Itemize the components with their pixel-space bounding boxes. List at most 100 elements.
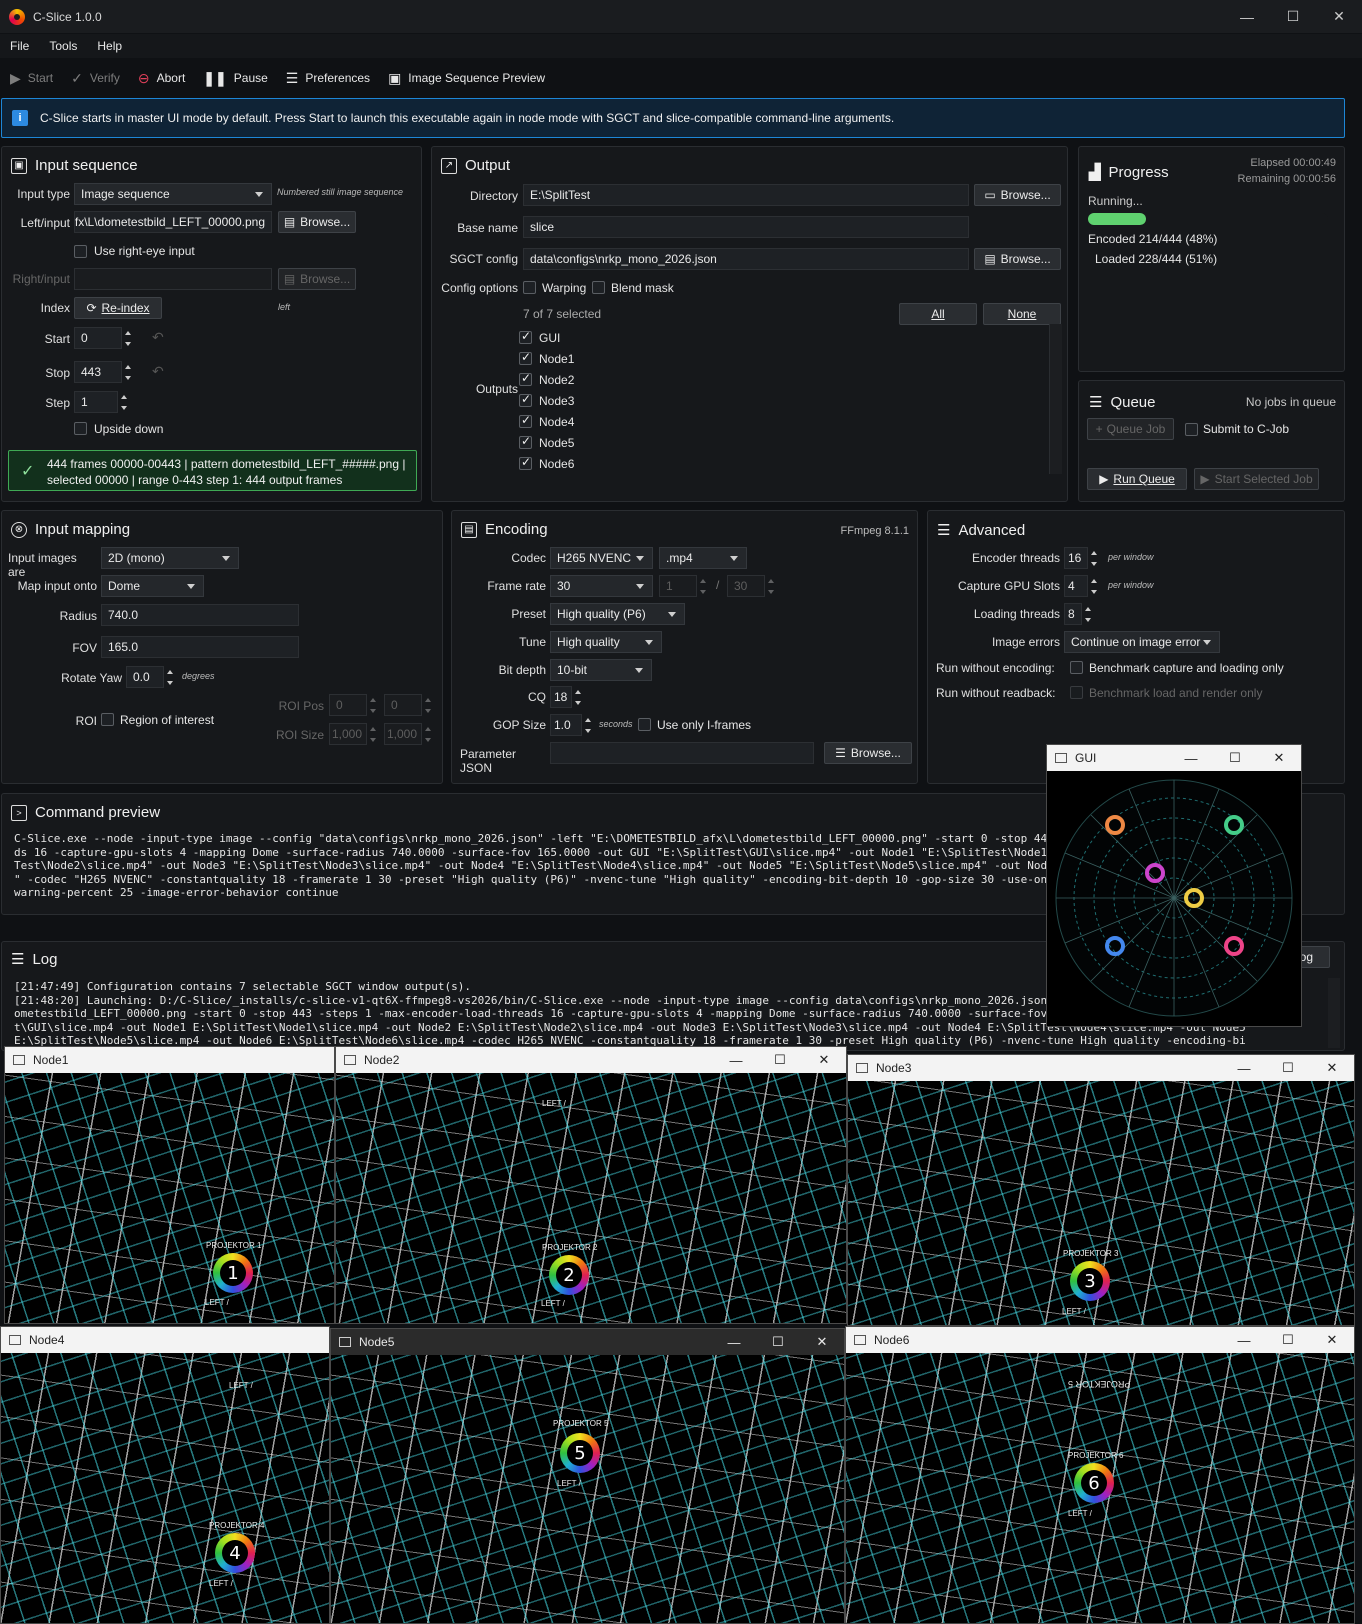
menu-help[interactable]: Help xyxy=(87,39,132,53)
tune-select[interactable]: High quality xyxy=(550,631,662,653)
reindex-button[interactable]: ⟳ Re-index xyxy=(74,297,162,319)
node5-window[interactable]: Node5 — ☐ ✕ PROJEKTOR 5 5 LEFT / xyxy=(330,1328,845,1624)
framerate-denominator[interactable]: 30 xyxy=(727,575,765,597)
minimize-icon[interactable]: — xyxy=(1169,745,1213,771)
roi-size-w-stepper[interactable] xyxy=(368,723,378,745)
output-checkbox[interactable] xyxy=(519,392,532,407)
yaw-input[interactable]: 0.0 xyxy=(126,666,164,688)
maximize-icon[interactable]: ☐ xyxy=(1213,745,1257,771)
framerate-select[interactable]: 30 xyxy=(550,575,653,597)
step-stepper[interactable] xyxy=(119,391,129,413)
iframes-checkbox[interactable] xyxy=(638,718,651,731)
stop-input[interactable]: 443 xyxy=(74,361,122,383)
step-input[interactable]: 1 xyxy=(74,391,118,413)
node1-window[interactable]: Node1 PROJEKTOR 1 1 LEFT / xyxy=(4,1046,335,1324)
directory-browse-button[interactable]: ▭ Browse... xyxy=(974,184,1061,206)
bitdepth-select[interactable]: 10-bit xyxy=(550,659,652,681)
encoder-threads-stepper[interactable] xyxy=(1089,547,1099,569)
image-errors-select[interactable]: Continue on image error xyxy=(1064,631,1220,653)
maximize-icon[interactable]: ☐ xyxy=(1266,1327,1310,1353)
roi-size-h[interactable]: 1,000 xyxy=(384,723,422,745)
minimize-icon[interactable]: — xyxy=(1222,1327,1266,1353)
maximize-icon[interactable]: ☐ xyxy=(1270,0,1316,33)
minimize-icon[interactable]: — xyxy=(712,1329,756,1355)
radius-input[interactable]: 740.0 xyxy=(101,604,299,626)
roi-pos-x-stepper[interactable] xyxy=(368,694,378,716)
start-button[interactable]: ▶ Start xyxy=(10,70,53,87)
select-none-button[interactable]: None xyxy=(983,303,1061,325)
verify-button[interactable]: ✓ Verify xyxy=(71,70,120,87)
gop-stepper[interactable] xyxy=(583,714,593,736)
gop-input[interactable]: 1.0 xyxy=(550,714,582,736)
output-checkbox[interactable] xyxy=(519,350,532,365)
images-select[interactable]: 2D (mono) xyxy=(101,547,239,569)
close-icon[interactable]: ✕ xyxy=(1310,1327,1354,1353)
no-readback-checkbox[interactable] xyxy=(1070,686,1083,699)
maximize-icon[interactable]: ☐ xyxy=(758,1047,802,1073)
minimize-icon[interactable]: — xyxy=(1224,0,1270,33)
roi-pos-y[interactable]: 0 xyxy=(384,694,422,716)
denominator-stepper[interactable] xyxy=(766,575,776,597)
container-select[interactable]: .mp4 xyxy=(659,547,747,569)
numerator-stepper[interactable] xyxy=(698,575,708,597)
reset-icon[interactable]: ↶ xyxy=(152,363,164,380)
left-input-field[interactable]: afx\L\dometestbild_LEFT_00000.png xyxy=(74,211,272,233)
maximize-icon[interactable]: ☐ xyxy=(1266,1055,1310,1081)
use-right-eye-checkbox[interactable] xyxy=(74,245,87,258)
right-input-field[interactable] xyxy=(74,268,272,290)
maximize-icon[interactable]: ☐ xyxy=(756,1329,800,1355)
roi-pos-y-stepper[interactable] xyxy=(423,694,433,716)
codec-select[interactable]: H265 NVENC xyxy=(550,547,653,569)
warping-checkbox[interactable] xyxy=(523,281,536,294)
basename-field[interactable]: slice xyxy=(523,216,969,238)
gpu-slots-input[interactable]: 4 xyxy=(1064,575,1088,597)
upside-down-checkbox[interactable] xyxy=(74,422,87,435)
start-selected-job-button[interactable]: ▶ Start Selected Job xyxy=(1194,468,1319,490)
output-checkbox[interactable] xyxy=(519,455,532,470)
close-icon[interactable]: ✕ xyxy=(1257,745,1301,771)
log-scrollbar[interactable] xyxy=(1328,978,1340,1048)
close-icon[interactable]: ✕ xyxy=(1316,0,1362,33)
right-browse-button[interactable]: ▤ Browse... xyxy=(278,268,356,290)
left-browse-button[interactable]: ▤ Browse... xyxy=(278,211,356,233)
pause-button[interactable]: ❚❚ Pause xyxy=(203,70,268,87)
loading-threads-stepper[interactable] xyxy=(1083,603,1093,625)
roi-checkbox[interactable] xyxy=(101,713,114,726)
sgct-field[interactable]: data\configs\nrkp_mono_2026.json xyxy=(523,248,969,270)
close-icon[interactable]: ✕ xyxy=(800,1329,844,1355)
cq-stepper[interactable] xyxy=(573,686,583,708)
image-sequence-preview-button[interactable]: ▣ Image Sequence Preview xyxy=(388,70,545,87)
framerate-numerator[interactable]: 1 xyxy=(659,575,697,597)
minimize-icon[interactable]: — xyxy=(714,1047,758,1073)
minimize-icon[interactable]: — xyxy=(1222,1055,1266,1081)
param-json-field[interactable] xyxy=(550,742,814,764)
no-encoding-checkbox[interactable] xyxy=(1070,661,1083,674)
directory-field[interactable]: E:\SplitTest xyxy=(523,184,969,206)
output-checkbox[interactable] xyxy=(519,329,532,344)
outputs-scrollbar[interactable] xyxy=(1049,324,1062,474)
cq-input[interactable]: 18 xyxy=(550,686,572,708)
gpu-slots-stepper[interactable] xyxy=(1089,575,1099,597)
param-json-browse-button[interactable]: ☰ Browse... xyxy=(824,742,912,764)
reset-icon[interactable]: ↶ xyxy=(152,329,164,346)
output-checkbox[interactable] xyxy=(519,371,532,386)
roi-pos-x[interactable]: 0 xyxy=(329,694,367,716)
encoder-threads-input[interactable]: 16 xyxy=(1064,547,1088,569)
sgct-browse-button[interactable]: ▤ Browse... xyxy=(974,248,1061,270)
preferences-button[interactable]: ☰ Preferences xyxy=(286,70,370,87)
node4-window[interactable]: Node4 LEFT / PROJEKTOR 4 4 LEFT / xyxy=(0,1326,330,1624)
start-input[interactable]: 0 xyxy=(74,327,122,349)
gui-window[interactable]: GUI — ☐ ✕ xyxy=(1046,744,1302,1027)
blend-mask-checkbox[interactable] xyxy=(592,281,605,294)
abort-button[interactable]: ⊖ Abort xyxy=(138,70,185,87)
start-stepper[interactable] xyxy=(123,327,133,349)
node2-window[interactable]: Node2 — ☐ ✕ LEFT / PROJEKTOR 2 2 LEFT / xyxy=(335,1046,847,1324)
node3-window[interactable]: Node3 — ☐ ✕ PROJEKTOR 3 3 LEFT / xyxy=(847,1054,1355,1326)
select-all-button[interactable]: All xyxy=(899,303,977,325)
close-icon[interactable]: ✕ xyxy=(802,1047,846,1073)
loading-threads-input[interactable]: 8 xyxy=(1064,603,1082,625)
run-queue-button[interactable]: ▶ Run Queue xyxy=(1087,468,1187,490)
menu-tools[interactable]: Tools xyxy=(39,39,87,53)
map-onto-select[interactable]: Dome xyxy=(101,575,204,597)
submit-cjob-checkbox[interactable] xyxy=(1185,423,1198,436)
